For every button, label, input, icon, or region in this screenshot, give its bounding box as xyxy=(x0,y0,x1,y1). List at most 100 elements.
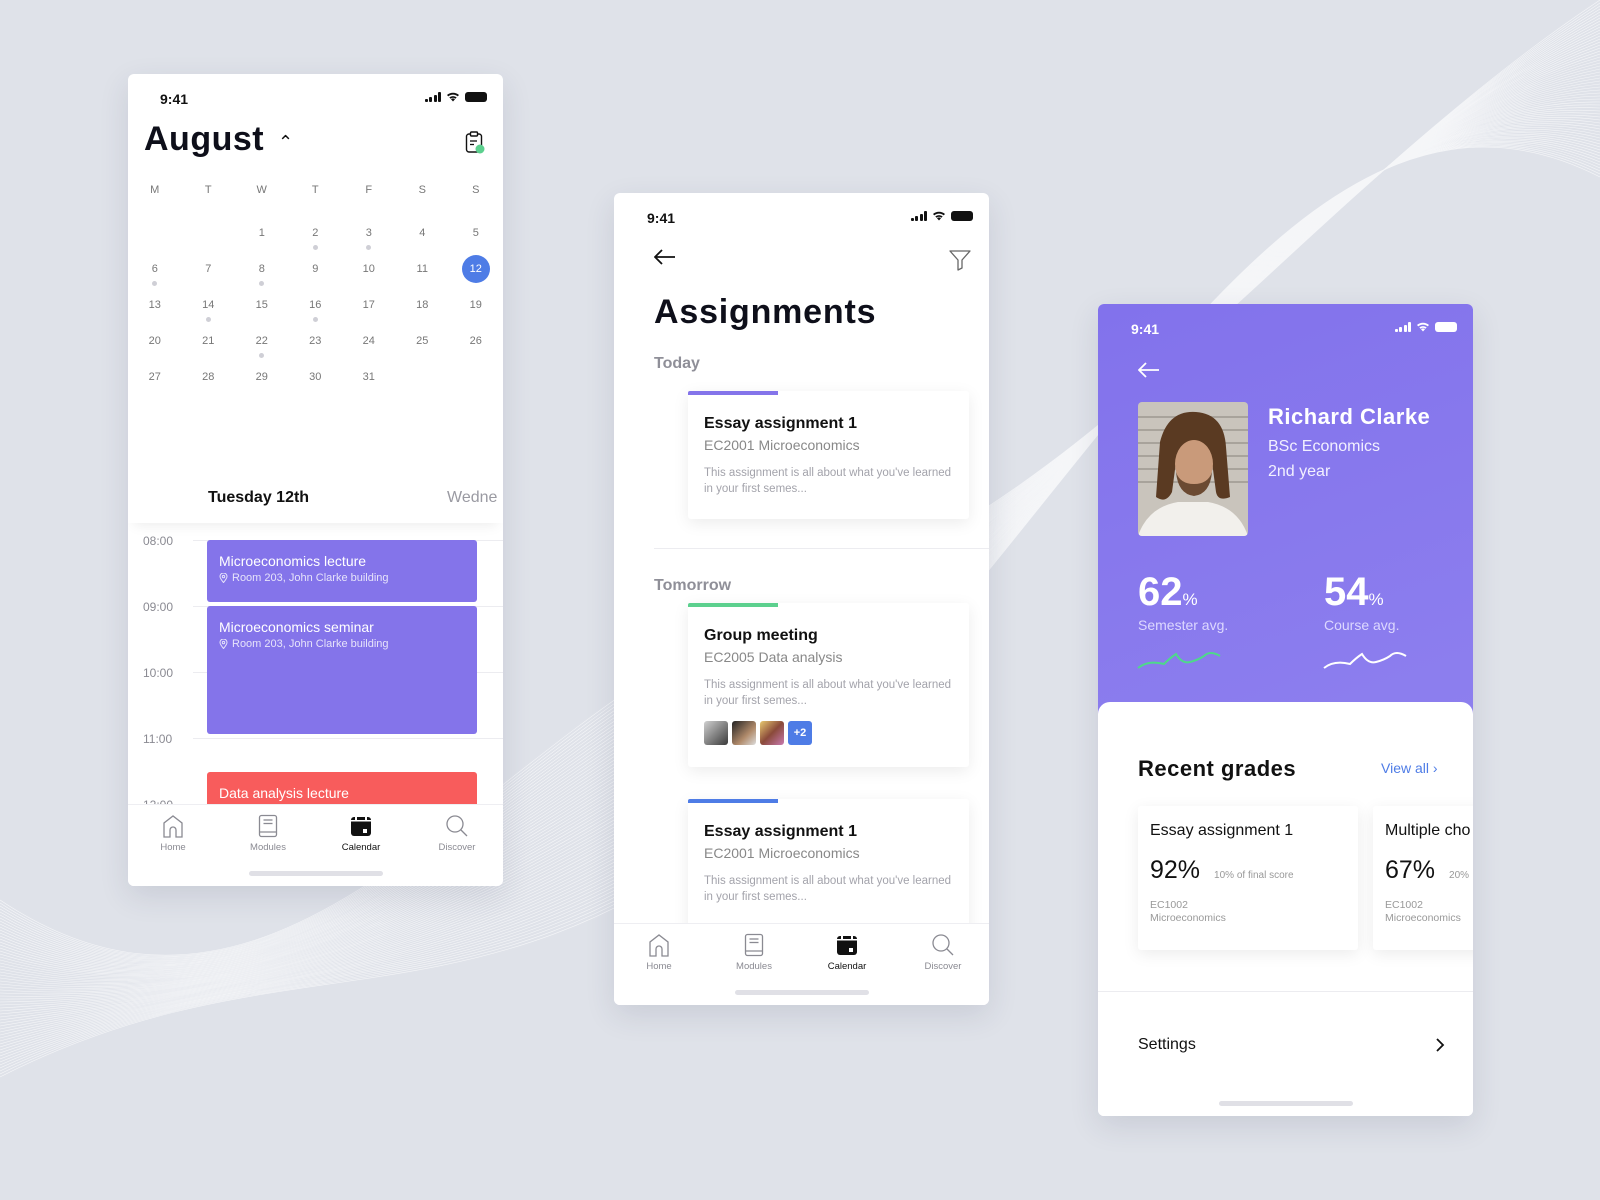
chevron-right-icon: › xyxy=(1432,760,1438,776)
week-row: 20 21 22 23 24 25 26 xyxy=(128,322,503,358)
day-cell[interactable]: 29 xyxy=(235,358,289,394)
week-row: 13 14 15 16 17 18 19 xyxy=(128,286,503,322)
student-degree: BSc Economics xyxy=(1268,438,1381,455)
selected-day[interactable]: 12 xyxy=(449,250,503,286)
day-cell[interactable]: 7 xyxy=(182,250,236,286)
back-arrow-icon[interactable] xyxy=(654,249,676,265)
tab-modules[interactable]: Modules xyxy=(714,932,794,972)
month-title[interactable]: August xyxy=(144,120,264,159)
selected-date[interactable]: Tuesday 12th xyxy=(208,489,309,507)
search-icon xyxy=(932,934,954,956)
day-cell[interactable]: 11 xyxy=(396,250,450,286)
day-cell[interactable]: 1 xyxy=(235,214,289,250)
accent-bar xyxy=(688,603,778,607)
day-cell[interactable]: 23 xyxy=(289,322,343,358)
avatar xyxy=(704,721,728,745)
weekday-label: W xyxy=(256,184,267,196)
battery-icon xyxy=(951,210,973,221)
recent-grades-title: Recent grades xyxy=(1138,756,1297,781)
search-icon xyxy=(446,815,468,837)
grade-card[interactable]: Essay assignment 1 92% 10% of final score… xyxy=(1138,806,1358,950)
tab-calendar[interactable]: Calendar xyxy=(321,813,401,853)
day-cell[interactable]: 27 xyxy=(128,358,182,394)
assignment-card[interactable]: Essay assignment 1 EC2001 Microeconomics… xyxy=(688,391,969,519)
home-icon xyxy=(163,815,183,838)
day-cell[interactable]: 24 xyxy=(342,322,396,358)
view-all-link[interactable]: View all › xyxy=(1381,760,1438,776)
semester-sparkline xyxy=(1137,652,1221,669)
day-cell[interactable]: 13 xyxy=(128,286,182,322)
week-row: 6 7 8 9 10 11 12 xyxy=(128,250,503,286)
event-card[interactable]: Microeconomics lecture Room 203, John Cl… xyxy=(207,540,477,602)
grade-card[interactable]: Multiple cho 67% 20% EC1002 Microeconomics xyxy=(1373,806,1473,950)
assignments-screen: 9:41 Assignments Today Essay assignment … xyxy=(614,193,989,1005)
battery-icon xyxy=(465,91,487,102)
wifi-icon xyxy=(933,211,945,221)
day-cell[interactable]: 21 xyxy=(182,322,236,358)
profile-photo xyxy=(1138,402,1248,536)
settings-row[interactable]: Settings xyxy=(1138,1036,1196,1054)
day-cell[interactable]: 14 xyxy=(182,286,236,322)
day-cell xyxy=(449,358,503,394)
day-cell[interactable]: 3 xyxy=(342,214,396,250)
status-time: 9:41 xyxy=(1131,321,1160,337)
event-card[interactable]: Microeconomics seminar Room 203, John Cl… xyxy=(207,606,477,734)
day-cell[interactable]: 2 xyxy=(289,214,343,250)
day-cell[interactable]: 19 xyxy=(449,286,503,322)
day-cell[interactable]: 10 xyxy=(342,250,396,286)
avatar xyxy=(732,721,756,745)
wifi-icon xyxy=(447,92,459,102)
participants[interactable]: +2 xyxy=(704,721,953,745)
day-cell[interactable]: 30 xyxy=(289,358,343,394)
student-year: 2nd year xyxy=(1268,463,1331,480)
home-indicator xyxy=(1218,1101,1353,1106)
signal-icon xyxy=(1394,321,1411,332)
day-cell[interactable]: 25 xyxy=(396,322,450,358)
location-pin-icon xyxy=(219,573,228,583)
day-cell[interactable]: 22 xyxy=(235,322,289,358)
day-cell[interactable]: 20 xyxy=(128,322,182,358)
day-cell xyxy=(182,214,236,250)
battery-icon xyxy=(1435,321,1457,332)
day-cell xyxy=(128,214,182,250)
accent-bar xyxy=(688,391,778,395)
tab-modules[interactable]: Modules xyxy=(228,813,308,853)
day-cell[interactable]: 9 xyxy=(289,250,343,286)
book-icon xyxy=(258,814,278,838)
wifi-icon xyxy=(1417,322,1429,332)
day-cell[interactable]: 8 xyxy=(235,250,289,286)
tab-calendar[interactable]: Calendar xyxy=(807,932,887,972)
day-cell[interactable]: 4 xyxy=(396,214,450,250)
day-cell[interactable]: 31 xyxy=(342,358,396,394)
profile-screen: 9:41 Richard Clarke BSc Economics 2nd ye… xyxy=(1098,304,1473,1116)
day-cell[interactable]: 28 xyxy=(182,358,236,394)
tab-home[interactable]: Home xyxy=(133,813,213,853)
clipboard-icon[interactable] xyxy=(465,130,485,154)
weekday-label: F xyxy=(365,184,373,196)
back-arrow-icon[interactable] xyxy=(1138,362,1160,378)
student-name: Richard Clarke xyxy=(1268,404,1431,429)
day-cell[interactable]: 17 xyxy=(342,286,396,322)
weekday-label: T xyxy=(311,184,319,196)
weekday-header: MTWTFSS xyxy=(128,184,503,196)
tab-discover[interactable]: Discover xyxy=(417,813,497,853)
day-cell[interactable]: 15 xyxy=(235,286,289,322)
assignment-card[interactable]: Group meeting EC2005 Data analysis This … xyxy=(688,603,969,767)
day-cell[interactable]: 5 xyxy=(449,214,503,250)
weekday-label: S xyxy=(418,184,426,196)
week-row: 27 28 29 30 31 xyxy=(128,358,503,394)
next-date[interactable]: Wedne xyxy=(447,489,497,507)
chevron-right-icon[interactable] xyxy=(1435,1038,1445,1052)
location-pin-icon xyxy=(219,639,228,649)
chevron-up-icon[interactable]: ⌃ xyxy=(278,132,293,153)
signal-icon xyxy=(424,91,441,102)
tab-home[interactable]: Home xyxy=(619,932,699,972)
filter-icon[interactable] xyxy=(949,249,971,271)
day-cell[interactable]: 26 xyxy=(449,322,503,358)
course-sparkline xyxy=(1323,652,1407,669)
calendar-screen: 9:41 August ⌃ MTWTFSS 1 2 3 4 5 6 7 8 9 10 11 12 13 1… xyxy=(128,74,503,886)
day-cell[interactable]: 16 xyxy=(289,286,343,322)
day-cell[interactable]: 6 xyxy=(128,250,182,286)
tab-discover[interactable]: Discover xyxy=(903,932,983,972)
day-cell[interactable]: 18 xyxy=(396,286,450,322)
